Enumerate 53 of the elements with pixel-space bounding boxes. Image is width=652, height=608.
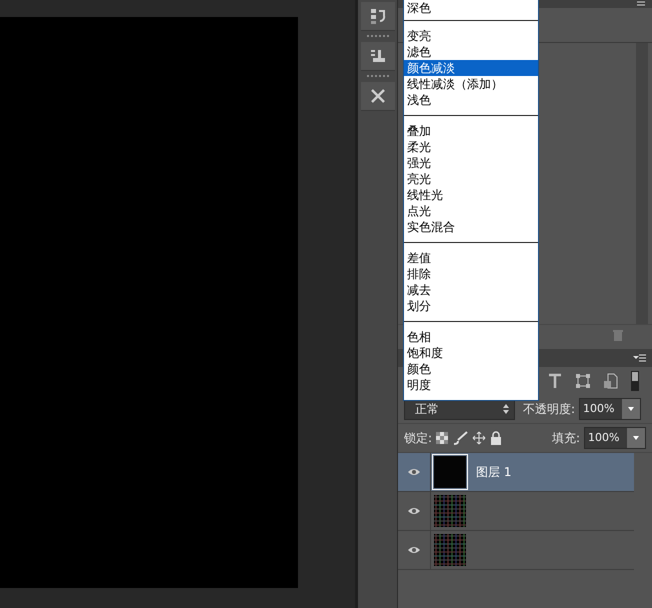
menu-item[interactable]: 排除 bbox=[404, 266, 538, 282]
menu-item[interactable]: 明度 bbox=[404, 377, 538, 393]
toggle-icon[interactable] bbox=[630, 370, 640, 392]
history-icon[interactable] bbox=[368, 7, 386, 25]
opacity-field[interactable]: 100% bbox=[579, 398, 642, 420]
menu-item[interactable]: 颜色 bbox=[404, 361, 538, 377]
menu-item[interactable]: 柔光 bbox=[404, 139, 538, 155]
up-down-icon[interactable] bbox=[502, 403, 510, 415]
layer-thumbnail bbox=[434, 456, 466, 488]
menu-item[interactable]: 叠加 bbox=[404, 123, 538, 139]
menu-item[interactable]: 划分 bbox=[404, 298, 538, 314]
grid-thumbnail bbox=[434, 495, 466, 527]
menu-item[interactable]: 减去 bbox=[404, 282, 538, 298]
caret-icon[interactable] bbox=[627, 406, 636, 412]
menu-item[interactable]: 色相 bbox=[404, 329, 538, 345]
opacity-label: 不透明度: bbox=[523, 400, 576, 418]
layer-row[interactable] bbox=[398, 492, 634, 531]
menu-item[interactable]: 颜色减淡 bbox=[404, 60, 538, 76]
smart-object-icon[interactable] bbox=[602, 372, 620, 390]
eye-icon[interactable] bbox=[407, 506, 421, 516]
layer-name: 图层 1 bbox=[476, 464, 512, 480]
move-icon[interactable] bbox=[472, 431, 486, 445]
menu-item[interactable]: 深色 bbox=[404, 0, 538, 16]
menu-item[interactable]: 实色混合 bbox=[404, 219, 538, 235]
eye-icon[interactable] bbox=[407, 467, 421, 477]
menu-item[interactable]: 线性减淡（添加） bbox=[404, 76, 538, 92]
menu-item[interactable]: 差值 bbox=[404, 250, 538, 266]
menu-item[interactable]: 变亮 bbox=[404, 28, 538, 44]
menu-item[interactable]: 强光 bbox=[404, 155, 538, 171]
lock-label: 锁定: bbox=[404, 430, 432, 446]
eye-icon[interactable] bbox=[407, 545, 421, 555]
layer-row[interactable] bbox=[398, 531, 634, 570]
menu-item[interactable]: 浅色 bbox=[404, 92, 538, 108]
panel-menu-icon[interactable] bbox=[632, 353, 646, 363]
text-layer-icon[interactable] bbox=[546, 372, 564, 390]
layer-row[interactable]: 图层 1 bbox=[398, 453, 634, 492]
lock-icon[interactable] bbox=[490, 431, 502, 445]
stamp-icon[interactable] bbox=[368, 47, 386, 65]
transform-icon[interactable] bbox=[574, 372, 592, 390]
scrollbar[interactable] bbox=[636, 43, 648, 324]
brush-icon[interactable] bbox=[452, 431, 468, 445]
grid-thumbnail bbox=[434, 534, 466, 566]
menu-item[interactable]: 饱和度 bbox=[404, 345, 538, 361]
menu-item[interactable]: 滤色 bbox=[404, 44, 538, 60]
menu-item[interactable]: 点光 bbox=[404, 203, 538, 219]
fill-field[interactable]: 100% bbox=[584, 427, 646, 449]
menu-item[interactable]: 亮光 bbox=[404, 171, 538, 187]
fill-label: 填充: bbox=[552, 430, 580, 446]
menu-item[interactable]: 线性光 bbox=[404, 187, 538, 203]
caret-icon[interactable] bbox=[632, 435, 640, 441]
panel-menu-icon[interactable] bbox=[636, 0, 646, 8]
tools-icon[interactable] bbox=[368, 87, 386, 105]
checkerboard-icon[interactable] bbox=[436, 432, 448, 444]
